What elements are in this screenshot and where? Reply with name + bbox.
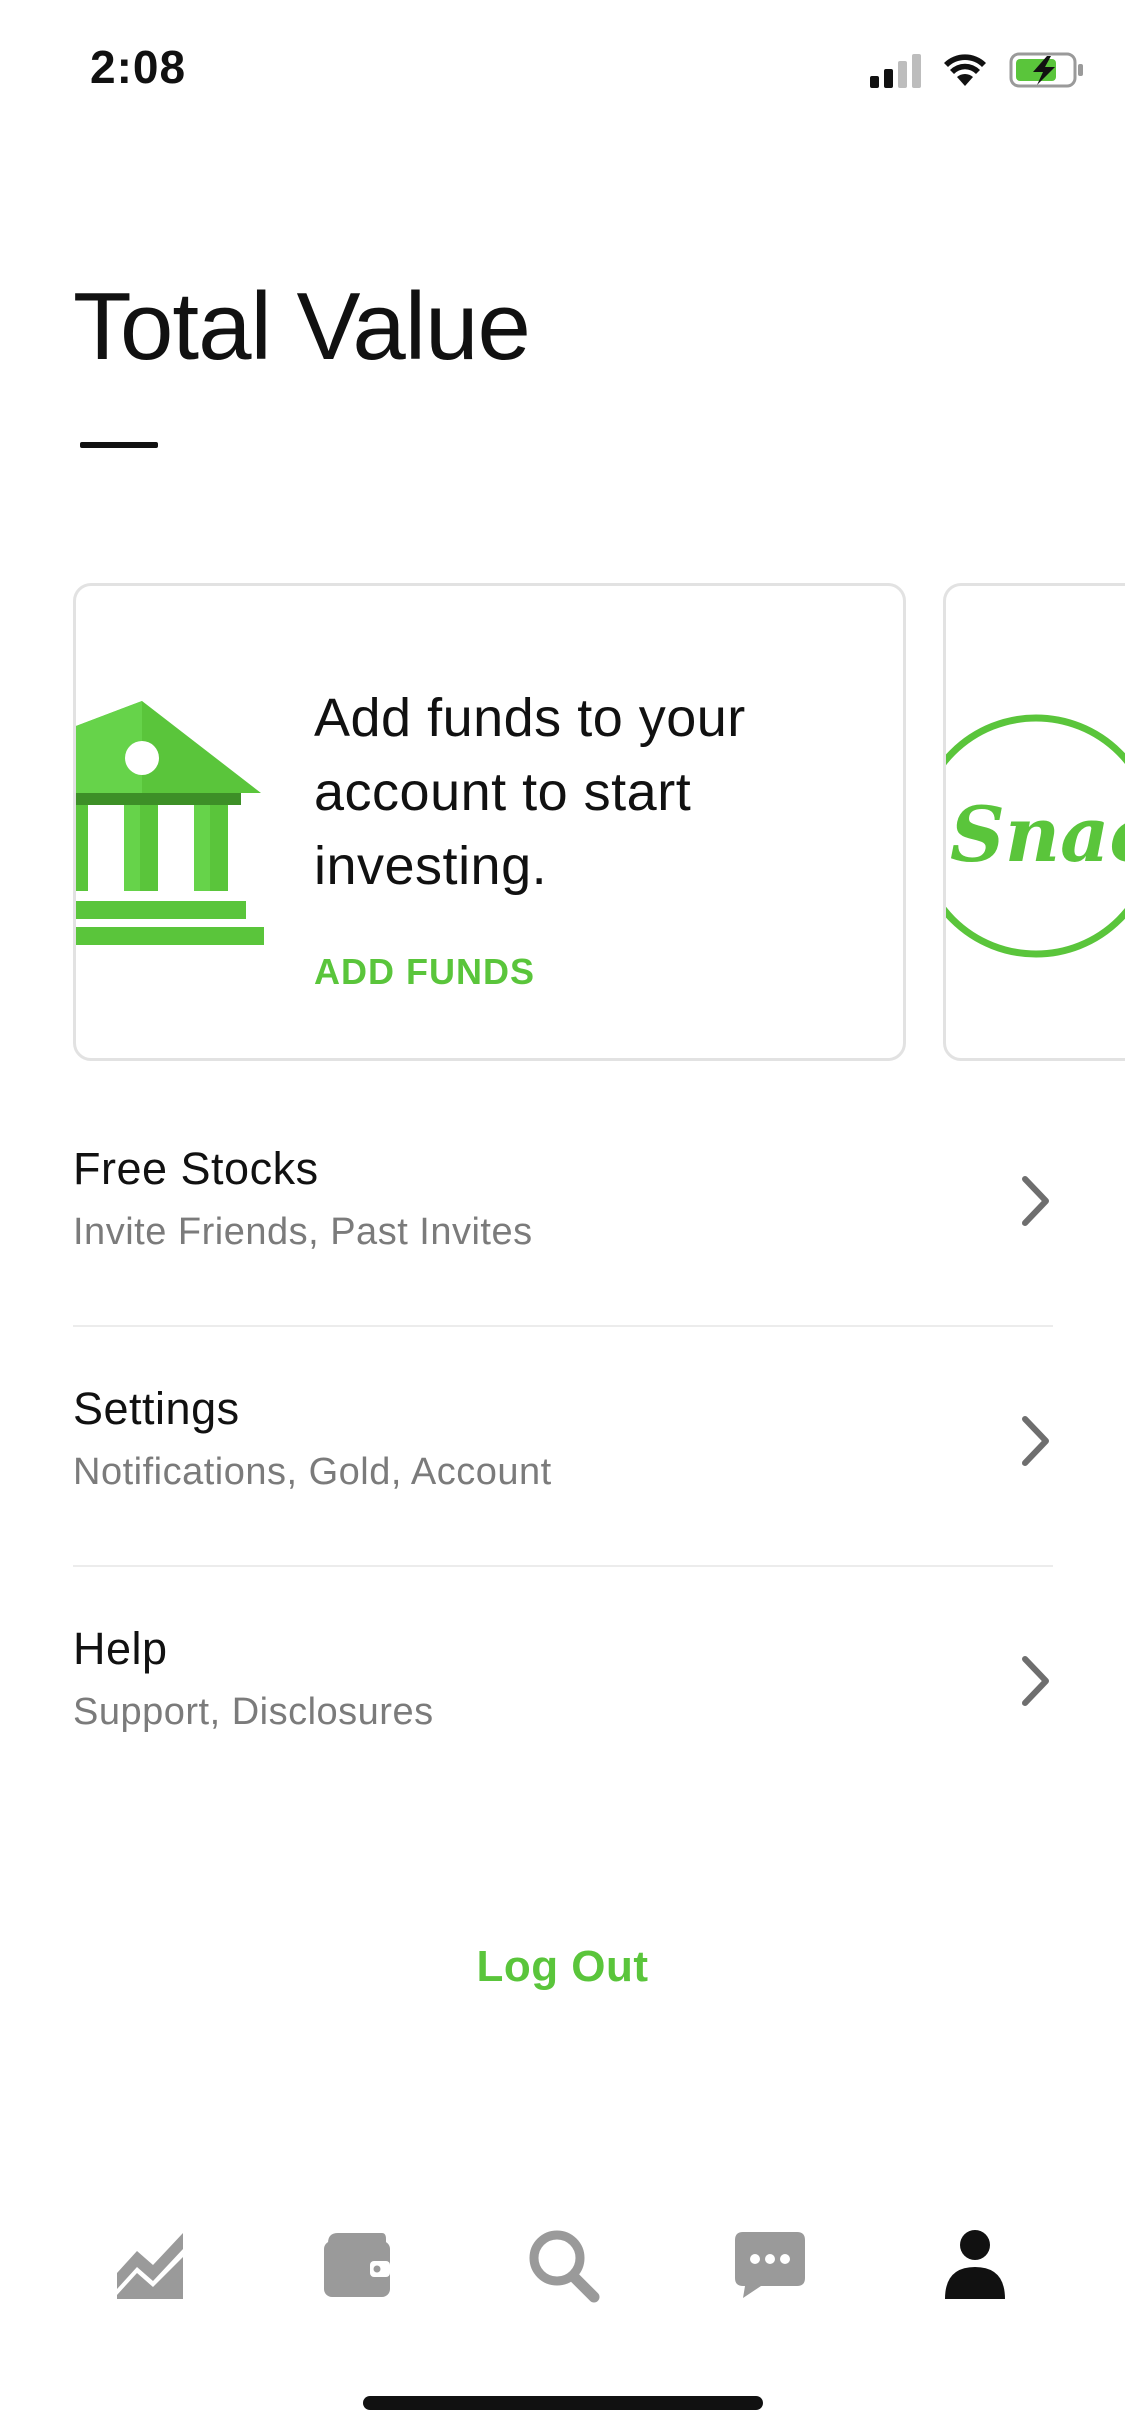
account-screen: 2:08 Total Value Add funds to your accou… <box>0 0 1125 2436</box>
tab-messages[interactable] <box>725 2220 815 2310</box>
status-bar: 2:08 <box>0 0 1125 140</box>
add-funds-button[interactable]: ADD FUNDS <box>314 951 535 993</box>
snacks-card[interactable]: Snacks <box>943 583 1125 1061</box>
status-time: 2:08 <box>90 41 187 93</box>
account-icon <box>945 2230 1005 2299</box>
add-funds-message: Add funds to your account to start inves… <box>314 688 746 896</box>
menu-item-subtitle: Support, Disclosures <box>73 1691 434 1733</box>
battery-charging-icon <box>1009 52 1083 88</box>
page-title: Total Value <box>73 273 531 380</box>
snacks-logo: Snacks <box>946 714 1125 958</box>
chevron-right-icon <box>1022 1416 1049 1466</box>
total-value-placeholder <box>80 442 158 448</box>
cellular-signal-icon <box>870 52 921 88</box>
menu-item-title: Settings <box>73 1383 240 1434</box>
menu-item-title: Free Stocks <box>73 1143 319 1194</box>
divider <box>73 1565 1053 1567</box>
menu-item-subtitle: Notifications, Gold, Account <box>73 1451 552 1493</box>
status-icons <box>870 48 1085 92</box>
tab-wallet[interactable] <box>312 2220 402 2310</box>
messages-icon <box>735 2232 805 2298</box>
menu-item-settings[interactable]: Settings Notifications, Gold, Account <box>73 1383 1053 1583</box>
tab-search[interactable] <box>518 2220 608 2310</box>
chevron-right-icon <box>1022 1656 1049 1706</box>
tab-account[interactable] <box>930 2220 1020 2310</box>
tab-bar <box>0 2220 1125 2320</box>
portfolio-chart-icon <box>117 2233 183 2299</box>
search-icon <box>529 2230 600 2303</box>
home-indicator <box>363 2396 763 2410</box>
tab-portfolio[interactable] <box>105 2220 195 2310</box>
divider <box>73 1325 1053 1327</box>
bank-building-icon <box>76 701 264 945</box>
wifi-icon <box>944 54 986 86</box>
add-funds-card[interactable]: Add funds to your account to start inves… <box>73 583 906 1061</box>
chevron-right-icon <box>1022 1176 1049 1226</box>
log-out-button[interactable]: Log Out <box>0 1942 1125 1992</box>
menu-item-title: Help <box>73 1623 168 1674</box>
menu-item-subtitle: Invite Friends, Past Invites <box>73 1211 533 1253</box>
wallet-icon <box>324 2233 390 2297</box>
svg-text:Snacks: Snacks <box>950 790 1125 879</box>
menu-item-free-stocks[interactable]: Free Stocks Invite Friends, Past Invites <box>73 1143 1053 1343</box>
menu-item-help[interactable]: Help Support, Disclosures <box>73 1623 1053 1823</box>
